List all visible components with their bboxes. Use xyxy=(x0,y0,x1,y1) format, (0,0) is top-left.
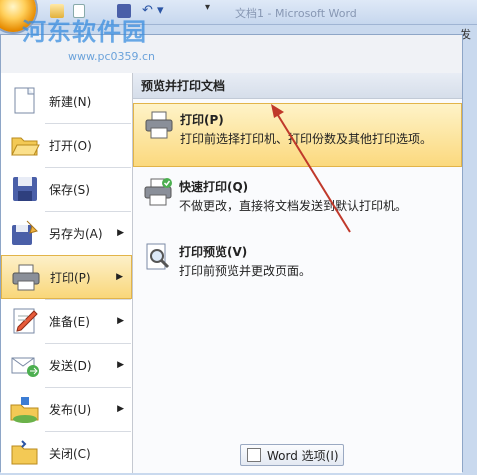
submenu-item-print[interactable]: 打印(P) 打印前选择打印机、打印份数及其他打印选项。 xyxy=(133,103,462,167)
close-folder-icon xyxy=(9,437,41,469)
customize-qat-icon[interactable]: ▾ xyxy=(205,2,210,13)
submenu-item-print-preview[interactable]: 打印预览(V) 打印前预览并更改页面。 xyxy=(133,236,462,280)
save-disk-icon xyxy=(9,173,41,205)
word-options-label: Word 选项(I) xyxy=(267,448,339,463)
watermark-url: www.pc0359.cn xyxy=(68,50,156,63)
printer-icon xyxy=(10,261,42,293)
menu-item-label: 发布(U) xyxy=(49,402,92,417)
menu-item-label: 另存为(A) xyxy=(49,226,103,241)
open-folder-icon xyxy=(9,129,41,161)
submenu-arrow-icon: ▶ xyxy=(117,228,124,238)
submenu-arrow-icon: ▶ xyxy=(117,360,124,370)
menu-item-open[interactable]: 打开(O) xyxy=(1,123,132,167)
print-submenu-panel: 预览并打印文档 打印(P) 打印前选择打印机、打印份数及其他打印选项。 快速打印… xyxy=(133,73,462,473)
submenu-item-desc: 不做更改，直接将文档发送到默认打印机。 xyxy=(179,199,408,213)
new-document-icon xyxy=(9,85,41,117)
submenu-item-desc: 打印前选择打印机、打印份数及其他打印选项。 xyxy=(180,132,433,146)
save-as-icon xyxy=(9,217,41,249)
menu-item-label: 打印(P) xyxy=(50,270,91,285)
word-options-button[interactable]: Word 选项(I) xyxy=(240,444,344,466)
office-menu: 新建(N) 打开(O) 保存(S) 另存为(A) ▶ 打印(P) ▶ 准备(E)… xyxy=(0,34,463,473)
submenu-item-desc: 打印前预览并更改页面。 xyxy=(179,264,312,278)
submenu-item-title: 打印预览(V) xyxy=(179,245,248,259)
submenu-arrow-icon: ▶ xyxy=(117,404,124,414)
menu-item-save[interactable]: 保存(S) xyxy=(1,167,132,211)
left-menu: 新建(N) 打开(O) 保存(S) 另存为(A) ▶ 打印(P) ▶ 准备(E)… xyxy=(1,73,133,473)
submenu-arrow-icon: ▶ xyxy=(116,272,123,282)
menu-item-label: 新建(N) xyxy=(49,94,92,109)
menu-item-new[interactable]: 新建(N) xyxy=(1,79,132,123)
menu-item-publish[interactable]: 发布(U) ▶ xyxy=(1,387,132,431)
menu-item-prepare[interactable]: 准备(E) ▶ xyxy=(1,299,132,343)
menu-item-save-as[interactable]: 另存为(A) ▶ xyxy=(1,211,132,255)
menu-item-print[interactable]: 打印(P) ▶ xyxy=(1,255,132,299)
prepare-pencil-icon xyxy=(9,305,41,337)
menu-item-label: 准备(E) xyxy=(49,314,90,329)
watermark-logo: 河东软件园 xyxy=(22,18,147,46)
menu-item-label: 打开(O) xyxy=(49,138,92,153)
printer-icon xyxy=(144,110,174,140)
menu-item-label: 关闭(C) xyxy=(49,446,91,461)
word-options-icon xyxy=(247,448,261,462)
submenu-item-title: 打印(P) xyxy=(180,113,224,127)
menu-item-label: 发送(D) xyxy=(49,358,92,373)
menu-item-close[interactable]: 关闭(C) xyxy=(1,431,132,475)
submenu-item-title: 快速打印(Q) xyxy=(179,180,249,194)
send-mail-icon xyxy=(9,349,41,381)
menu-item-label: 保存(S) xyxy=(49,182,90,197)
menu-item-send[interactable]: 发送(D) ▶ xyxy=(1,343,132,387)
panel-header: 预览并打印文档 xyxy=(133,73,462,99)
submenu-item-quick-print[interactable]: 快速打印(Q) 不做更改，直接将文档发送到默认打印机。 xyxy=(133,171,462,223)
quick-print-icon xyxy=(143,177,173,207)
publish-icon xyxy=(9,393,41,425)
print-preview-icon xyxy=(143,242,173,272)
window-title: 文档1 - Microsoft Word xyxy=(235,7,357,20)
submenu-arrow-icon: ▶ xyxy=(117,316,124,326)
